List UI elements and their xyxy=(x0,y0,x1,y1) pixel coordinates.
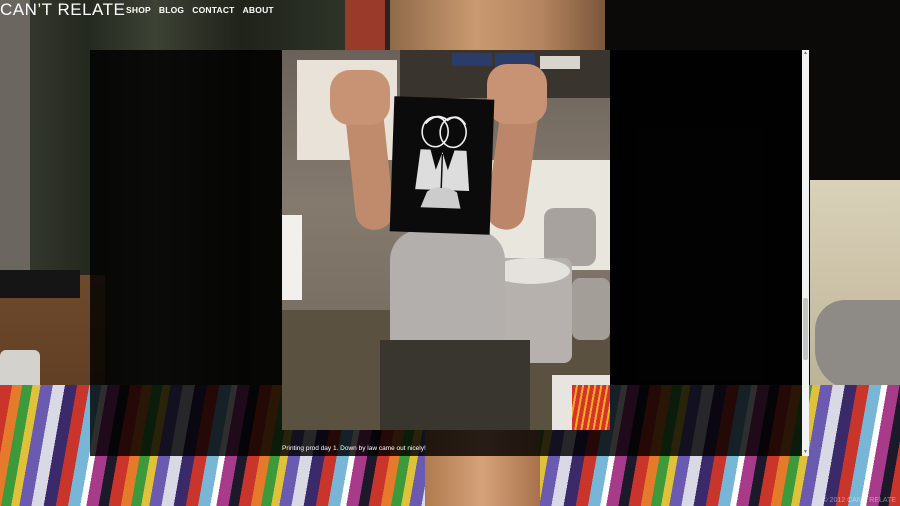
scrollbar-thumb[interactable] xyxy=(803,298,808,360)
lightbox-photo[interactable] xyxy=(282,50,610,430)
bg-wall xyxy=(0,0,30,300)
photo-person-shirt xyxy=(390,230,505,350)
photo-basket xyxy=(282,215,302,300)
nav-contact[interactable]: CONTACT xyxy=(192,4,234,16)
photo-box-stripes xyxy=(572,385,610,430)
site-logo[interactable]: CAN’T RELATE xyxy=(0,0,125,20)
bg-sofa-throw xyxy=(815,300,900,390)
bg-red-stripe xyxy=(345,0,385,52)
nav-shop[interactable]: SHOP xyxy=(126,4,151,16)
photo-screen-print xyxy=(389,96,495,235)
photo-person-shorts xyxy=(380,340,530,430)
photo-caption: Printing prod day 1. Down by law came ou… xyxy=(282,445,426,452)
photo-plate xyxy=(452,53,492,66)
photo-hand xyxy=(330,70,390,125)
bg-torso xyxy=(390,0,605,52)
photo-plate xyxy=(540,56,580,69)
down-arrow-icon[interactable]: ▼ xyxy=(802,449,809,456)
lightbox-scrollbar[interactable]: ▲ ▼ xyxy=(802,50,809,456)
up-arrow-icon[interactable]: ▲ xyxy=(802,50,809,57)
copyright-text: © 2012 CAN'T RELATE xyxy=(822,497,896,504)
bg-laptop xyxy=(0,270,80,298)
print-artwork-icon xyxy=(415,115,470,209)
nav-about[interactable]: ABOUT xyxy=(243,4,274,16)
photo-drum xyxy=(572,278,610,340)
lightbox-overlay: Printing prod day 1. Down by law came ou… xyxy=(90,50,802,456)
photo-hand xyxy=(487,64,547,124)
main-nav: SHOP BLOG CONTACT ABOUT xyxy=(126,4,274,16)
nav-blog[interactable]: BLOG xyxy=(159,4,184,16)
